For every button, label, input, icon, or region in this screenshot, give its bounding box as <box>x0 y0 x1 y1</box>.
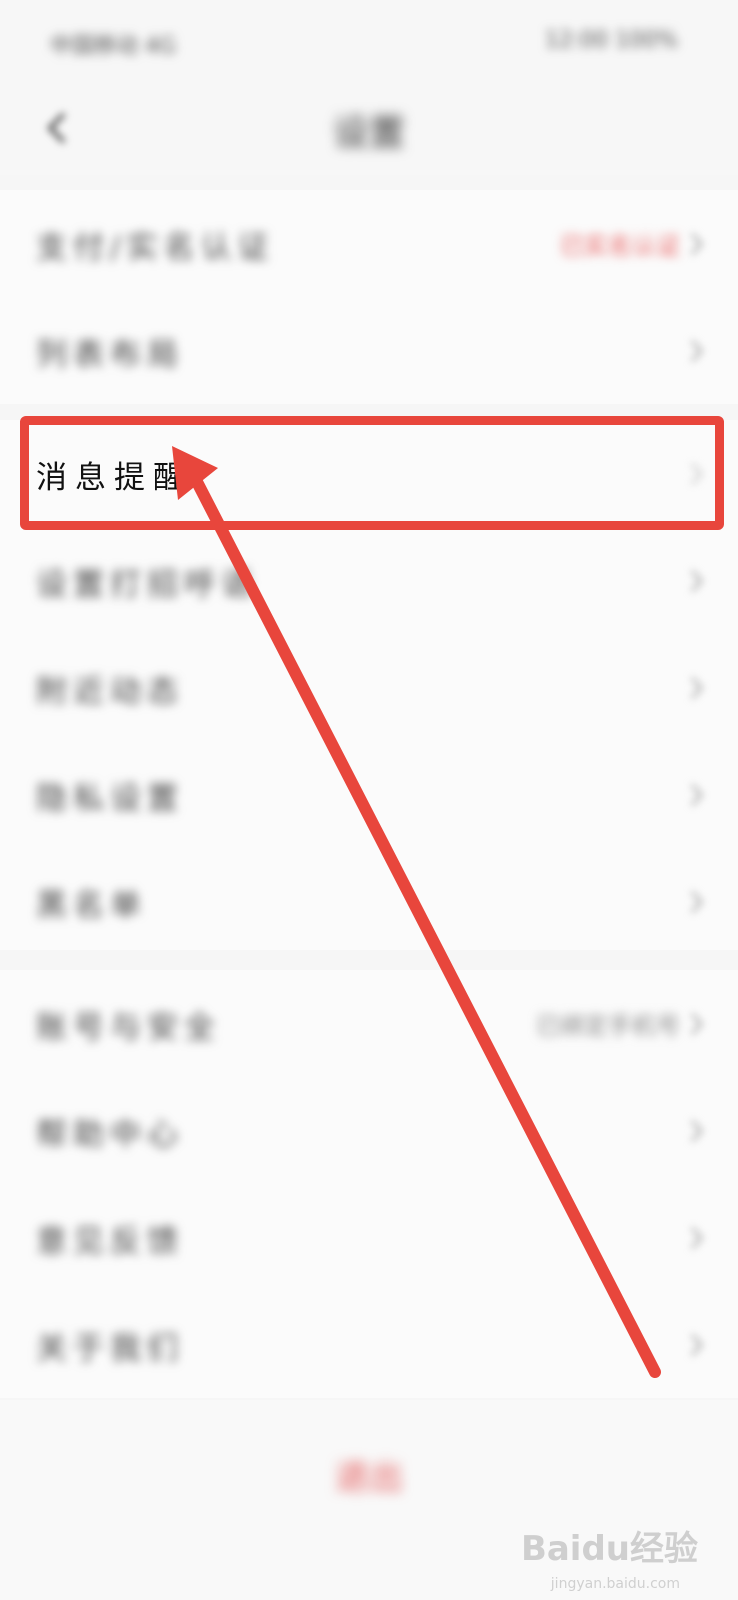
logout-area: 退出 <box>0 1400 738 1600</box>
row-label: 账号与安全 <box>36 1010 221 1046</box>
settings-row-blacklist[interactable]: 黑名单 <box>0 848 738 955</box>
logout-button[interactable]: 退出 <box>0 1450 738 1499</box>
chevron-right-icon <box>690 569 704 593</box>
row-label: 关于我们 <box>36 1331 184 1367</box>
time-battery-text: 12:00 100% <box>544 28 678 53</box>
settings-row-help[interactable]: 帮助中心 <box>0 1077 738 1184</box>
carrier-text: 中国移动 4G <box>50 34 177 59</box>
status-bar: 中国移动 4G 12:00 100% <box>0 0 738 80</box>
settings-group-account: 支付/实名认证 已实名认证 列表布局 <box>0 190 738 404</box>
chevron-right-icon <box>690 676 704 700</box>
settings-row-message-reminder[interactable]: 消息提醒 <box>0 420 738 527</box>
settings-row-greeting[interactable]: 设置打招呼语 <box>0 527 738 634</box>
chevron-right-icon <box>690 1333 704 1357</box>
row-label: 列表布局 <box>36 337 184 373</box>
row-label: 隐私设置 <box>36 781 184 817</box>
settings-row-payment-verification[interactable]: 支付/实名认证 已实名认证 <box>0 190 738 297</box>
settings-row-privacy[interactable]: 隐私设置 <box>0 741 738 848</box>
settings-group-messages: 消息提醒 设置打招呼语 附近动态 隐私设置 黑名单 <box>0 420 738 950</box>
chevron-right-icon <box>690 1012 704 1036</box>
chevron-right-icon <box>690 1226 704 1250</box>
page-title: 设置 <box>332 113 405 154</box>
settings-row-list-layout[interactable]: 列表布局 <box>0 297 738 404</box>
settings-row-feedback[interactable]: 意见反馈 <box>0 1184 738 1291</box>
chevron-right-icon <box>690 890 704 914</box>
nav-bar: 设置 <box>0 80 738 175</box>
baidu-watermark-url: jingyan.baidu.com <box>550 1576 680 1592</box>
row-label: 意见反馈 <box>36 1224 184 1260</box>
settings-row-account-security[interactable]: 账号与安全 已绑定手机号 <box>0 970 738 1077</box>
settings-group-general: 账号与安全 已绑定手机号 帮助中心 意见反馈 关于我们 <box>0 970 738 1398</box>
chevron-right-icon <box>690 232 704 256</box>
verification-status: 已实名认证 <box>560 232 680 260</box>
settings-row-nearby[interactable]: 附近动态 <box>0 634 738 741</box>
row-label: 帮助中心 <box>36 1117 184 1153</box>
row-label: 附近动态 <box>36 674 184 710</box>
chevron-right-icon <box>690 1119 704 1143</box>
settings-row-about[interactable]: 关于我们 <box>0 1291 738 1398</box>
row-label: 设置打招呼语 <box>36 567 258 603</box>
account-status: 已绑定手机号 <box>536 1012 680 1040</box>
chevron-right-icon <box>690 783 704 807</box>
chevron-right-icon <box>690 339 704 363</box>
row-label: 黑名单 <box>36 888 147 924</box>
row-label: 消息提醒 <box>36 460 192 496</box>
baidu-watermark-logo: Baidu经验 <box>520 1529 698 1569</box>
row-label: 支付/实名认证 <box>36 230 275 266</box>
chevron-right-icon <box>690 462 704 486</box>
